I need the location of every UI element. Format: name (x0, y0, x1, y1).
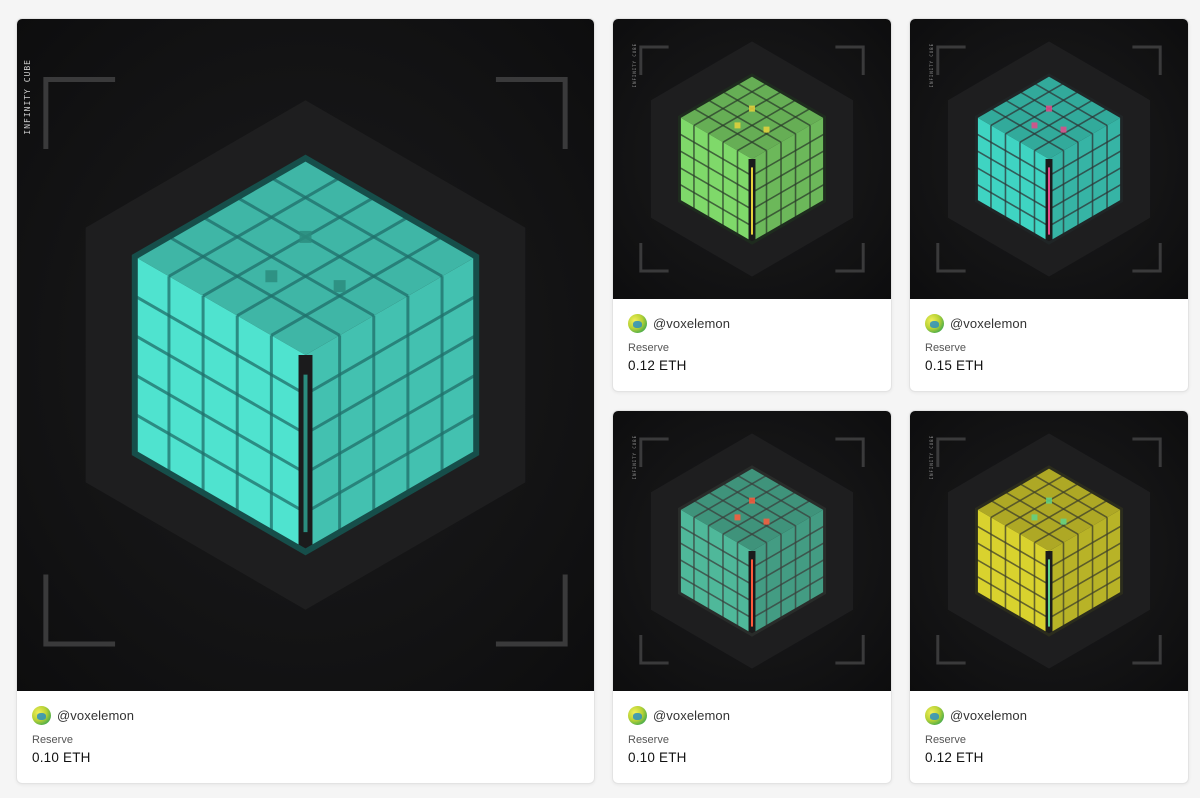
art-caption: INFINITY CUBE (929, 435, 934, 480)
cube-artwork (43, 76, 568, 647)
frame-corner (835, 45, 865, 75)
nft-artwork[interactable]: INFINITY CUBE (613, 411, 891, 691)
frame-corner (936, 243, 966, 273)
nft-artwork[interactable]: INFINITY CUBE (910, 19, 1188, 299)
frame-corner (835, 437, 865, 467)
frame-corner (639, 243, 669, 273)
creator-link[interactable]: @voxelemon (628, 705, 877, 725)
frame-corner (1132, 635, 1162, 665)
frame-corner (43, 76, 116, 149)
creator-link[interactable]: @voxelemon (925, 313, 1174, 333)
art-caption: INFINITY CUBE (632, 435, 637, 480)
reserve-label: Reserve (925, 342, 966, 354)
reserve-price: 0.12 ETH (628, 358, 687, 373)
frame-corner (1132, 243, 1162, 273)
nft-card-large[interactable]: INFINITY CUBE @voxelemon Reserve 0.10 ET… (16, 18, 595, 784)
nft-artwork[interactable]: INFINITY CUBE (910, 411, 1188, 691)
nft-card[interactable]: INFINITY CUBE @voxelemon Reserve 0.12 ET… (612, 18, 892, 392)
cube-accent-light (265, 270, 278, 283)
frame-corner (1132, 45, 1162, 75)
cube-accent-light (299, 230, 312, 243)
frame-corner (835, 635, 865, 665)
nft-card[interactable]: INFINITY CUBE @voxelemon Reserve 0.12 ET… (909, 410, 1189, 784)
frame-corner (495, 574, 568, 647)
cube-accent-light (734, 514, 741, 521)
reserve-price: 0.12 ETH (925, 750, 984, 765)
reserve-price: 0.10 ETH (32, 750, 91, 765)
frame-corner (936, 45, 966, 75)
frame-corner (639, 635, 669, 665)
frame-corner (639, 437, 669, 467)
frame-corner (495, 76, 568, 149)
creator-avatar (32, 705, 51, 725)
frame-corner (1132, 437, 1162, 467)
creator-handle[interactable]: @voxelemon (57, 708, 134, 723)
cube-artwork (639, 433, 865, 669)
frame-corner (43, 574, 116, 647)
cube-artwork (936, 41, 1162, 277)
cube-accent-light (1060, 518, 1067, 525)
cube-accent-light (1031, 514, 1038, 521)
art-caption: INFINITY CUBE (632, 43, 637, 88)
creator-link[interactable]: @voxelemon (628, 313, 877, 333)
cube-artwork (639, 41, 865, 277)
cube-accent-light (763, 518, 770, 525)
nft-artwork[interactable]: INFINITY CUBE (613, 19, 891, 299)
reserve-label: Reserve (628, 342, 669, 354)
frame-corner (936, 437, 966, 467)
cube-accent-light (1046, 497, 1052, 504)
frame-corner (835, 243, 865, 273)
cube-accent-light (763, 126, 770, 133)
art-caption: INFINITY CUBE (23, 59, 32, 135)
reserve-price: 0.10 ETH (628, 750, 687, 765)
cube-accent-light (749, 497, 755, 504)
creator-handle[interactable]: @voxelemon (653, 708, 730, 723)
cube-accent-light (1046, 105, 1052, 112)
art-caption: INFINITY CUBE (929, 43, 934, 88)
nft-card[interactable]: INFINITY CUBE @voxelemon Reserve 0.10 ET… (612, 410, 892, 784)
creator-avatar (628, 705, 647, 725)
creator-avatar (925, 313, 944, 333)
creator-handle[interactable]: @voxelemon (950, 708, 1027, 723)
cube-accent-light (1060, 126, 1067, 133)
creator-link[interactable]: @voxelemon (925, 705, 1174, 725)
reserve-label: Reserve (628, 734, 669, 746)
reserve-label: Reserve (32, 734, 73, 746)
creator-link[interactable]: @voxelemon (32, 705, 580, 725)
nft-artwork[interactable]: INFINITY CUBE (17, 19, 594, 691)
creator-handle[interactable]: @voxelemon (653, 316, 730, 331)
cube-accent-light (749, 105, 755, 112)
cube-accent-light (333, 280, 346, 293)
frame-corner (936, 635, 966, 665)
frame-corner (639, 45, 669, 75)
creator-handle[interactable]: @voxelemon (950, 316, 1027, 331)
cube-accent-light (1031, 122, 1038, 129)
cube-accent-light (734, 122, 741, 129)
cube-artwork (936, 433, 1162, 669)
creator-avatar (628, 313, 647, 333)
reserve-label: Reserve (925, 734, 966, 746)
nft-card[interactable]: INFINITY CUBE @voxelemon Reserve 0.15 ET… (909, 18, 1189, 392)
reserve-price: 0.15 ETH (925, 358, 984, 373)
creator-avatar (925, 705, 944, 725)
